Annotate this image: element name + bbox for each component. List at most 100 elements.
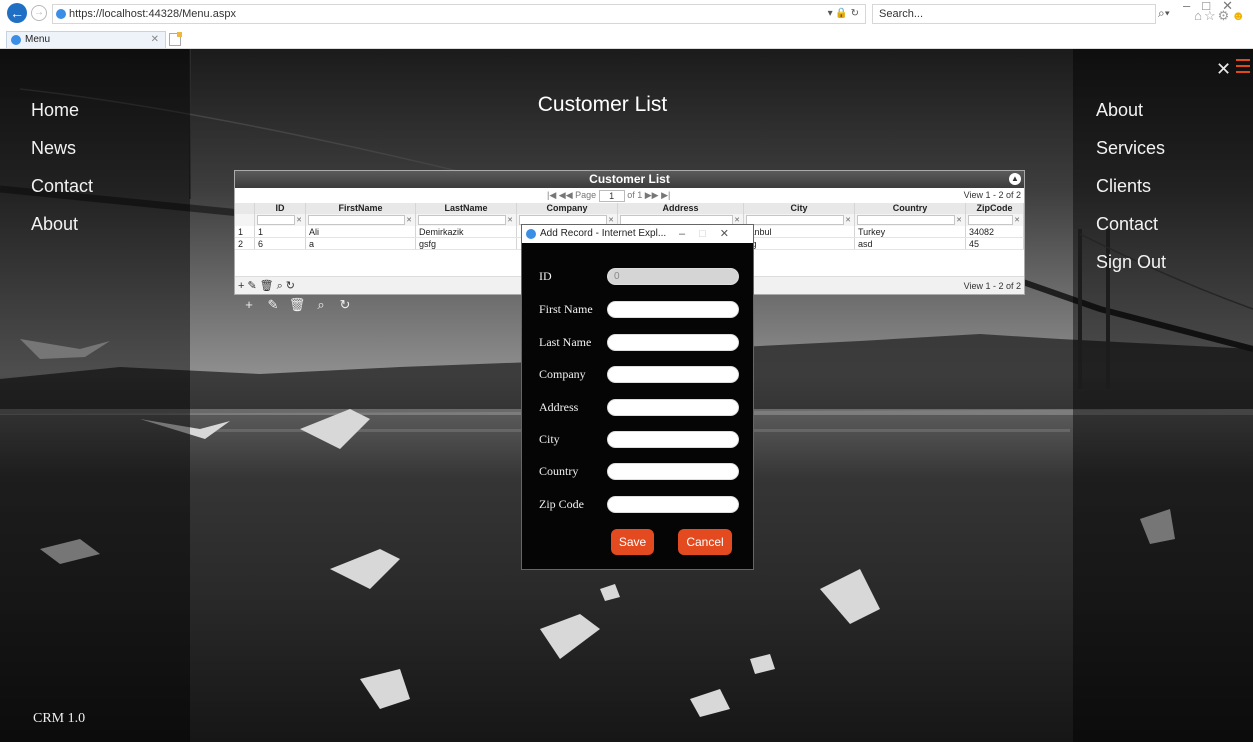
left-sidebar	[0, 49, 190, 742]
cell-firstname: a	[306, 238, 416, 249]
page-number-input[interactable]: 1	[598, 189, 625, 202]
col-header-company[interactable]: Company	[517, 203, 618, 214]
collapse-grid-icon[interactable]: ▲	[1009, 173, 1021, 185]
nav-clients[interactable]: Clients	[1096, 176, 1151, 197]
nav-sign-out[interactable]: Sign Out	[1096, 252, 1166, 273]
address-field[interactable]	[607, 399, 739, 416]
filter-lastname[interactable]: ✕	[416, 214, 517, 226]
next-page-icon[interactable]: ▶▶	[645, 190, 659, 200]
col-header-address[interactable]: Address	[618, 203, 744, 214]
cancel-button[interactable]: Cancel	[678, 529, 732, 555]
col-header-id[interactable]: ID	[255, 203, 306, 214]
clear-filter-icon[interactable]: ✕	[1013, 216, 1021, 224]
label-company: Company	[539, 367, 586, 381]
last-name-field[interactable]	[607, 334, 739, 351]
filter-zipcode[interactable]: ✕	[966, 214, 1024, 226]
address-bar[interactable]: https://localhost:44328/Menu.aspx ▾ 🔒 ↻	[52, 4, 866, 24]
clear-filter-icon[interactable]: ✕	[955, 216, 963, 224]
first-name-field[interactable]	[607, 301, 739, 318]
delete-trash-icon[interactable]: 🗑	[260, 280, 277, 292]
ie-logo-icon	[526, 229, 536, 239]
nav-contact[interactable]: Contact	[31, 176, 93, 197]
company-field[interactable]	[607, 366, 739, 383]
clear-filter-icon[interactable]: ✕	[844, 216, 852, 224]
browser-search-input[interactable]: Search...	[872, 4, 1156, 24]
id-field[interactable]	[607, 268, 739, 285]
nav-right-about[interactable]: About	[1096, 100, 1143, 121]
col-header-firstname[interactable]: FirstName	[306, 203, 416, 214]
cell-id: 6	[255, 238, 306, 249]
close-menu-icon[interactable]: ✕	[1216, 59, 1231, 80]
label-first-name: First Name	[539, 302, 593, 316]
col-rownum	[235, 203, 255, 214]
tab-close-icon[interactable]: ✕	[151, 32, 159, 47]
last-page-icon[interactable]: ▶|	[661, 190, 670, 200]
clear-filter-icon[interactable]: ✕	[405, 216, 413, 224]
search-icon[interactable]: ⌕	[310, 297, 332, 313]
first-page-icon[interactable]: |◀	[547, 190, 556, 200]
nav-right-contact[interactable]: Contact	[1096, 214, 1158, 235]
label-country: Country	[539, 464, 579, 478]
clear-filter-icon[interactable]: ✕	[295, 216, 303, 224]
prev-page-icon[interactable]: ◀◀	[559, 190, 573, 200]
country-field[interactable]	[607, 463, 739, 480]
row-number: 2	[235, 238, 255, 249]
grid-caption-text: Customer List	[589, 172, 670, 186]
col-header-zipcode[interactable]: ZipCode	[966, 203, 1024, 214]
grid-pager-top: |◀ ◀◀ Page 1 of 1 ▶▶ ▶| View 1 - 2 of 2	[235, 188, 1024, 203]
toolbar-icons[interactable]: ⌂☆⚙☻	[1194, 8, 1247, 24]
forward-arrow-icon[interactable]: →	[31, 5, 47, 21]
filter-firstname[interactable]: ✕	[306, 214, 416, 226]
refresh-icon[interactable]: ↻	[286, 280, 298, 292]
cell-country: Turkey	[855, 226, 966, 237]
col-header-city[interactable]: City	[744, 203, 855, 214]
add-icon[interactable]: +	[238, 297, 260, 312]
back-arrow-icon[interactable]: ←	[7, 3, 27, 23]
edit-pencil-icon[interactable]: ✎	[262, 297, 284, 313]
grid-caption: Customer List ▲	[235, 171, 1024, 188]
cell-zipcode: 45	[966, 238, 1024, 249]
tab-label: Menu	[25, 34, 51, 45]
dialog-window-controls[interactable]: –□✕	[679, 225, 743, 243]
pager-controls: |◀ ◀◀ Page 1 of 1 ▶▶ ▶|	[547, 188, 670, 203]
zip-code-field[interactable]	[607, 496, 739, 513]
label-id: ID	[539, 269, 552, 283]
clear-filter-icon[interactable]: ✕	[607, 216, 615, 224]
edit-pencil-icon[interactable]: ✎	[247, 280, 259, 292]
new-tab-icon[interactable]	[169, 32, 182, 46]
add-record-dialog: Add Record - Internet Expl... –□✕ ID Fir…	[521, 224, 754, 570]
city-field[interactable]	[607, 431, 739, 448]
cell-id: 1	[255, 226, 306, 237]
search-icon[interactable]: ⌕	[277, 280, 286, 292]
dialog-titlebar[interactable]: Add Record - Internet Expl... –□✕	[522, 225, 753, 243]
cell-city: tanbul	[744, 226, 855, 237]
page: Home News Contact About About Services C…	[0, 49, 1253, 742]
col-header-lastname[interactable]: LastName	[416, 203, 517, 214]
filter-city[interactable]: ✕	[744, 214, 855, 226]
search-icon[interactable]: ⌕▾	[1158, 6, 1170, 21]
label-last-name: Last Name	[539, 335, 592, 349]
refresh-icon[interactable]: ↻	[334, 297, 356, 313]
label-zip-code: Zip Code	[539, 497, 584, 511]
header-row: ID FirstName LastName Company Address Ci…	[235, 203, 1024, 214]
nav-home[interactable]: Home	[31, 100, 79, 121]
save-button[interactable]: Save	[611, 529, 654, 555]
filter-country[interactable]: ✕	[855, 214, 966, 226]
browser-tab[interactable]: Menu ✕	[6, 31, 166, 48]
page-title: Customer List	[537, 93, 668, 116]
col-header-country[interactable]: Country	[855, 203, 966, 214]
clear-filter-icon[interactable]: ✕	[733, 216, 741, 224]
hamburger-menu-icon[interactable]	[1236, 59, 1250, 73]
smiley-icon[interactable]: ☻	[1231, 8, 1247, 23]
clear-filter-icon[interactable]: ✕	[506, 216, 514, 224]
nav-about[interactable]: About	[31, 214, 78, 235]
nav-news[interactable]: News	[31, 138, 76, 159]
of-pages-label: of 1	[627, 190, 643, 200]
label-city: City	[539, 432, 560, 446]
nav-services[interactable]: Services	[1096, 138, 1165, 159]
lock-refresh-icon[interactable]: ▾ 🔒 ↻	[828, 5, 859, 23]
filter-id[interactable]: ✕	[255, 214, 306, 226]
dialog-title: Add Record - Internet Expl...	[540, 228, 667, 239]
cell-zipcode: 34082	[966, 226, 1024, 237]
delete-trash-icon[interactable]: 🗑	[286, 297, 308, 313]
